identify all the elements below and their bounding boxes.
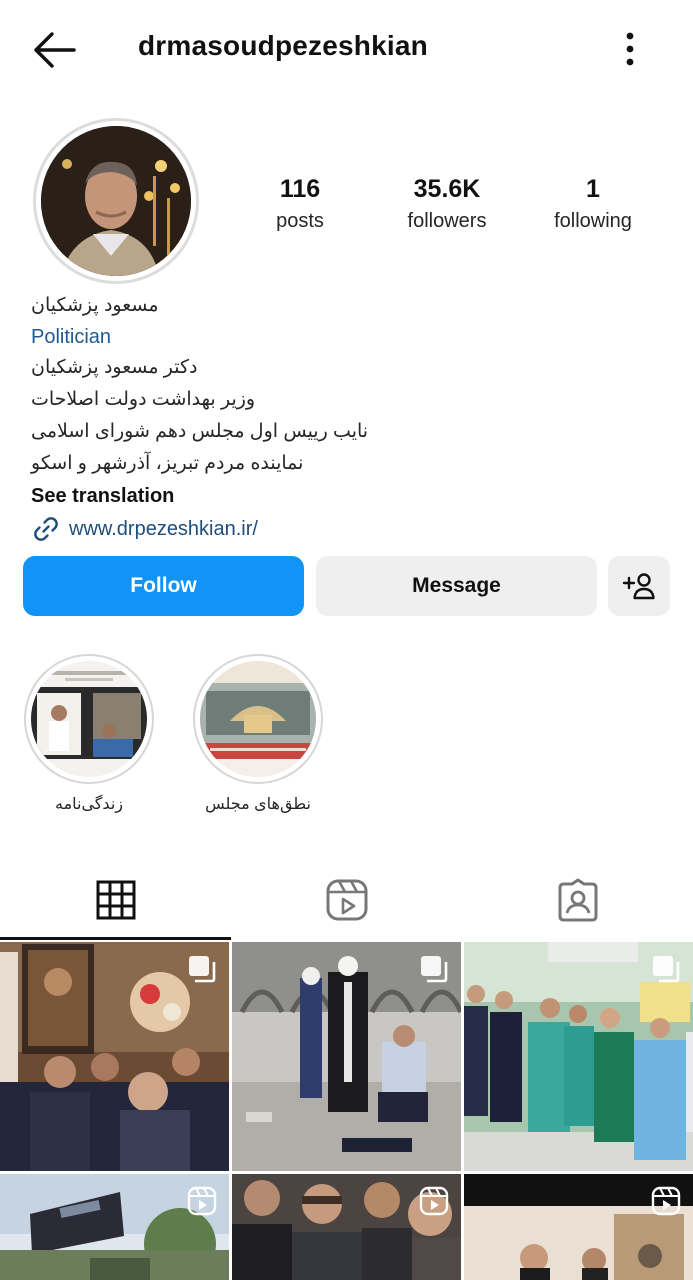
followers-count-value: 35.6K [413,175,481,203]
highlight-cover[interactable] [193,654,323,784]
posts-count-label: posts [276,210,324,232]
profile-display-name: مسعود پزشکیان [31,295,159,316]
website-link[interactable]: www.drpezeshkian.ir/ [69,518,258,541]
tagged-icon [558,878,597,922]
bio-line: نماینده مردم تبریز، آذرشهر و اسکو [31,453,304,474]
highlight-biography[interactable]: زندگی‌نامه [24,654,154,814]
profile-username: drmasoudpezeshkian [138,30,428,61]
tab-posts-grid[interactable] [0,860,231,940]
profile-category: Politician [31,326,112,348]
add-user-icon [622,573,655,600]
highlight-image [31,661,147,777]
highlight-label: نطق‌های مجلس [205,796,311,813]
following-count-value: 1 [586,175,600,203]
followers-count-label: followers [407,210,487,232]
avatar-photo [41,126,191,276]
bio-line: وزیر بهداشت دولت اصلاحات [31,389,256,410]
reel-icon [419,1186,449,1216]
profile-bio: مسعود پزشکیان Politician دکتر مسعود پزشک… [31,290,671,544]
followers-count[interactable]: 35.6K followers [392,172,502,236]
carousel-icon [653,956,680,983]
more-options-icon[interactable] [616,28,644,72]
bio-line: دکتر مسعود پزشکیان [31,357,198,378]
post-thumbnail[interactable] [464,1174,693,1280]
post-thumbnail[interactable] [232,942,461,1171]
top-bar: drmasoudpezeshkian [0,0,693,100]
following-count-label: following [554,210,632,232]
message-button[interactable]: Message [316,556,597,616]
carousel-icon [189,956,216,983]
post-thumbnail[interactable] [464,942,693,1171]
profile-tabs [0,860,693,940]
following-count[interactable]: 1 following [540,172,646,236]
highlight-cover[interactable] [24,654,154,784]
back-arrow-icon[interactable] [30,28,78,72]
link-icon [34,517,58,541]
tab-reels[interactable] [231,860,462,940]
grid-icon [96,880,135,920]
follow-button[interactable]: Follow [23,556,304,616]
highlight-speeches[interactable]: نطق‌های مجلس [193,654,323,814]
suggested-users-button[interactable] [608,556,670,616]
reel-icon [651,1186,681,1216]
post-thumbnail[interactable] [0,942,229,1171]
see-translation-link[interactable]: See translation [31,480,671,512]
highlight-image [200,661,316,777]
posts-count[interactable]: 116 posts [248,172,352,236]
carousel-icon [421,956,448,983]
bio-line: نایب رییس اول مجلس دهم شورای اسلامی [31,421,369,442]
posts-count-value: 116 [279,175,321,203]
highlight-label: زندگی‌نامه [54,796,123,813]
active-tab-indicator [0,937,231,940]
tab-tagged[interactable] [462,860,693,940]
profile-avatar[interactable] [33,118,199,284]
website-row[interactable]: www.drpezeshkian.ir/ [31,514,671,544]
post-thumbnail[interactable] [0,1174,229,1280]
reels-icon [326,879,367,921]
post-thumbnail[interactable] [232,1174,461,1280]
reel-icon [187,1186,217,1216]
